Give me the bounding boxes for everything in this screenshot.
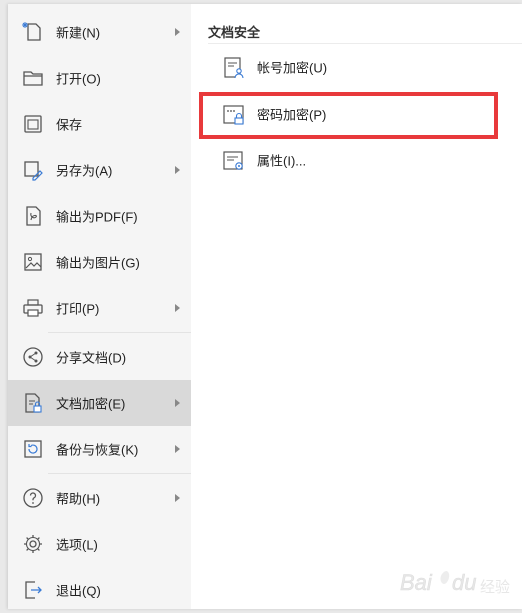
menu-item-label: 备份与恢复(K) xyxy=(56,442,139,458)
menu-item-label: 输出为PDF(F) xyxy=(56,209,138,225)
chevron-right-icon xyxy=(175,399,180,407)
menu-divider xyxy=(48,332,191,333)
menu-item-label: 另存为(A) xyxy=(56,163,113,179)
menu-item-options[interactable]: 选项(L) xyxy=(8,521,191,567)
exit-icon xyxy=(22,579,44,601)
backup-restore-icon xyxy=(22,438,44,460)
menu-item-share[interactable]: 分享文档(D) xyxy=(8,334,191,380)
menu-item-label: 帮助(H) xyxy=(56,491,101,507)
svg-text:du: du xyxy=(452,570,476,595)
menu-item-export-image[interactable]: 输出为图片(G) xyxy=(8,239,191,285)
export-image-icon xyxy=(22,251,44,273)
menu-item-exit[interactable]: 退出(Q) xyxy=(8,567,191,613)
settings-gear-icon xyxy=(22,533,44,555)
menu-item-save[interactable]: 保存 xyxy=(8,101,191,147)
section-divider xyxy=(208,43,522,44)
menu-item-open[interactable]: 打开(O) xyxy=(8,55,191,101)
menu-item-document-encrypt[interactable]: 文档加密(E) xyxy=(8,380,191,426)
properties-icon xyxy=(222,149,246,173)
menu-item-label: 保存 xyxy=(56,117,83,133)
help-icon xyxy=(22,487,44,509)
menu-item-label: 退出(Q) xyxy=(56,583,101,599)
svg-text:经验: 经验 xyxy=(480,578,510,596)
svg-text:Bai: Bai xyxy=(400,570,433,595)
file-menu-left-pane: 新建(N) 打开(O) 保存 另存为(A) 输出为PDF(F) 输出为图片(G)… xyxy=(8,4,191,609)
baidu-watermark-logo: Bai du 经验 xyxy=(400,570,510,596)
account-encrypt-icon xyxy=(222,56,246,80)
menu-item-export-pdf[interactable]: 输出为PDF(F) xyxy=(8,193,191,239)
chevron-right-icon xyxy=(175,494,180,502)
menu-item-label: 打开(O) xyxy=(56,71,101,87)
submenu-item-label: 帐号加密(U) xyxy=(257,60,328,76)
save-icon xyxy=(22,113,44,135)
menu-item-label: 选项(L) xyxy=(56,537,98,553)
submenu-item-label: 属性(I)... xyxy=(257,153,307,169)
annotation-highlight-box xyxy=(199,92,498,139)
menu-item-help[interactable]: 帮助(H) xyxy=(8,475,191,521)
menu-item-print[interactable]: 打印(P) xyxy=(8,285,191,331)
share-icon xyxy=(22,346,44,368)
document-encrypt-icon xyxy=(22,392,44,414)
new-file-icon xyxy=(22,21,44,43)
chevron-right-icon xyxy=(175,304,180,312)
chevron-right-icon xyxy=(175,445,180,453)
submenu-item-account-encrypt[interactable]: 帐号加密(U) xyxy=(215,50,495,84)
menu-item-label: 分享文档(D) xyxy=(56,350,127,366)
chevron-right-icon xyxy=(175,166,180,174)
export-pdf-icon xyxy=(22,205,44,227)
print-icon xyxy=(22,297,44,319)
menu-item-label: 打印(P) xyxy=(56,301,100,317)
chevron-right-icon xyxy=(175,28,180,36)
menu-item-label: 文档加密(E) xyxy=(56,396,126,412)
folder-open-icon xyxy=(22,67,44,89)
menu-divider xyxy=(48,473,191,474)
save-as-icon xyxy=(22,159,44,181)
submenu-item-properties[interactable]: 属性(I)... xyxy=(215,143,495,177)
menu-item-save-as[interactable]: 另存为(A) xyxy=(8,147,191,193)
menu-item-backup-restore[interactable]: 备份与恢复(K) xyxy=(8,426,191,472)
menu-item-label: 输出为图片(G) xyxy=(56,255,140,271)
menu-item-label: 新建(N) xyxy=(56,25,101,41)
menu-item-new[interactable]: 新建(N) xyxy=(8,9,191,55)
submenu-section-title: 文档安全 xyxy=(208,25,261,40)
